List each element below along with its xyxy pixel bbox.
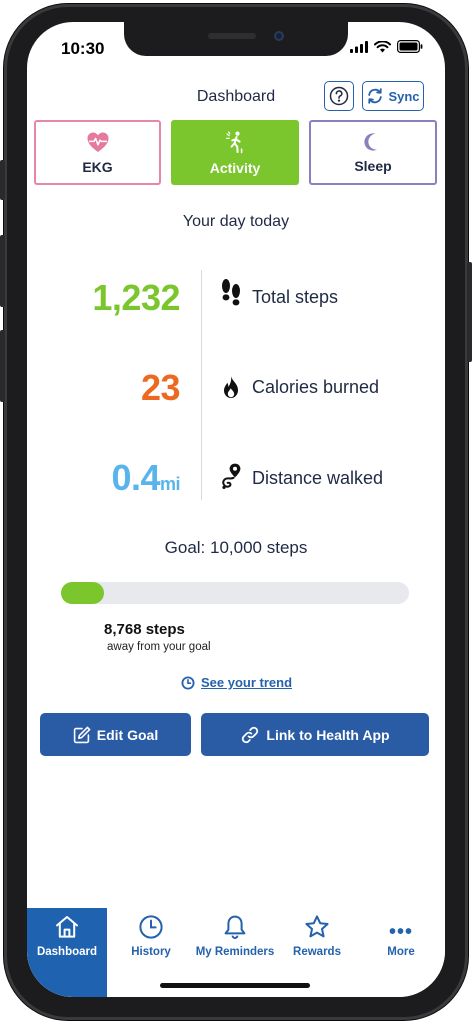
distance-number: 0.4	[111, 457, 160, 498]
status-icons	[350, 40, 423, 53]
ellipsis-icon: •••	[388, 921, 413, 943]
distance-value: 0.4mi	[111, 457, 180, 499]
goal-progress-fill	[61, 582, 104, 604]
home-icon	[56, 916, 78, 938]
route-pin-icon	[219, 463, 243, 489]
link-health-label: Link to Health App	[266, 726, 390, 743]
nav-dashboard[interactable]: Dashboard	[27, 908, 107, 997]
nav-reminders-label: My Reminders	[195, 946, 275, 958]
tab-sleep[interactable]: Sleep	[309, 120, 437, 185]
steps-value: 1,232	[92, 277, 180, 318]
stats-divider	[201, 270, 202, 500]
front-camera	[274, 31, 284, 41]
calories-value: 23	[140, 367, 181, 408]
nav-rewards-label: Rewards	[293, 946, 341, 958]
nav-history-label: History	[131, 946, 171, 958]
volume-down-button	[0, 330, 5, 402]
speaker-grille	[208, 33, 256, 39]
day-summary-title: Your day today	[182, 213, 290, 230]
wifi-icon	[374, 40, 391, 52]
see-trend-link[interactable]: See your trend	[181, 675, 292, 690]
home-indicator[interactable]	[160, 983, 310, 988]
status-time: 10:30	[61, 39, 105, 58]
heart-pulse-icon	[87, 132, 108, 152]
person-walking-icon	[226, 130, 243, 153]
mute-switch	[0, 160, 5, 200]
signal-icon	[350, 40, 368, 53]
tab-activity-label: Activity	[209, 159, 261, 176]
question-icon	[329, 86, 349, 106]
volume-up-button	[0, 235, 5, 307]
distance-unit: mi	[159, 474, 181, 494]
tab-ekg-label: EKG	[82, 158, 113, 175]
edit-icon	[73, 726, 91, 743]
clock-small-icon	[181, 676, 195, 689]
moon-icon	[364, 132, 377, 151]
steps-label: Total steps	[252, 287, 339, 307]
tab-sleep-label: Sleep	[354, 157, 392, 174]
tab-activity[interactable]: Activity	[171, 120, 299, 185]
steps-remaining-label: away from your goal	[107, 641, 211, 653]
link-icon	[242, 726, 259, 743]
nav-more-label: More	[387, 946, 415, 958]
sync-button[interactable]: Sync	[362, 81, 424, 111]
goal-title: Goal: 10,000 steps	[164, 538, 308, 557]
link-health-app-button[interactable]: Link to Health App	[201, 713, 429, 756]
star-icon	[305, 915, 329, 938]
power-button	[467, 262, 472, 362]
edit-goal-button[interactable]: Edit Goal	[40, 713, 191, 756]
battery-icon	[397, 40, 423, 53]
footprints-icon	[219, 279, 243, 306]
tab-ekg[interactable]: EKG	[34, 120, 161, 185]
see-trend-label: See your trend	[201, 675, 293, 690]
help-button[interactable]	[324, 81, 354, 111]
nav-more[interactable]: ••• More	[361, 908, 441, 997]
sync-label: Sync	[388, 88, 420, 104]
notch	[124, 22, 348, 56]
sync-icon	[368, 88, 383, 104]
distance-label: Distance walked	[252, 468, 384, 488]
goal-progress-bar	[61, 582, 409, 604]
app-screen: 10:30 Dashboard Sync EKG Activity Sleep …	[27, 22, 445, 997]
clock-icon	[139, 915, 163, 939]
steps-remaining-count: 8,768 steps	[104, 621, 185, 638]
flame-icon	[219, 374, 243, 400]
calories-label: Calories burned	[252, 377, 380, 397]
nav-dashboard-label: Dashboard	[36, 946, 98, 958]
edit-goal-label: Edit Goal	[96, 726, 159, 743]
bell-icon	[224, 915, 246, 939]
